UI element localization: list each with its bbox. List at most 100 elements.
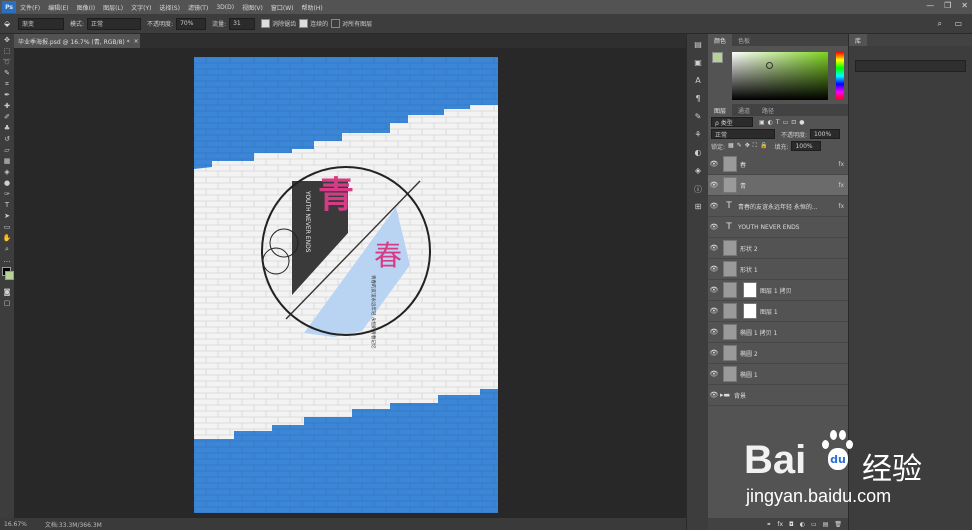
eye-icon[interactable]: 👁 [708,349,720,357]
blur-tool-icon[interactable]: ◈ [2,167,12,177]
character-panel-icon[interactable]: A [690,76,706,88]
eye-icon[interactable]: 👁 [708,370,720,378]
link-layers-icon[interactable]: ⚭ [766,521,771,528]
layer-name[interactable]: 背景 [734,391,746,400]
tab-swatches[interactable]: 色板 [732,36,756,45]
info-panel-icon[interactable]: ⓘ [690,184,706,196]
layer-name[interactable]: 椭圆 2 [740,349,758,358]
blend-mode-select[interactable]: 正常 [711,129,775,139]
layer-filter-icons[interactable]: ▣◐T▭⊡● [759,119,808,126]
contiguous-checkbox[interactable] [299,19,309,28]
layer-name[interactable]: 青 [740,181,746,190]
type-tool-icon[interactable]: T [2,200,12,210]
layer-name[interactable]: 春 [740,160,746,169]
layer-group-row[interactable]: 👁 ▸▬ 背景 [708,385,848,406]
layer-row[interactable]: 👁 形状 1 [708,259,848,280]
adjustment-layer-icon[interactable]: ◐ [800,521,805,528]
history-brush-tool-icon[interactable]: ↺ [2,134,12,144]
flow-input[interactable]: 31 [229,17,256,30]
mode-select[interactable]: 正常 [87,17,142,30]
color-picker-field[interactable] [732,52,828,100]
clone-source-icon[interactable]: ⚘ [690,130,706,142]
minimize-button[interactable]: — [926,1,934,10]
opacity-input[interactable]: 70% [176,17,207,30]
adjustments-panel-icon[interactable]: ◐ [690,148,706,160]
new-layer-icon[interactable]: ▤ [823,521,829,528]
menu-3d[interactable]: 3D(D) [216,4,234,11]
crop-tool-icon[interactable]: ⌗ [2,79,12,89]
eye-icon[interactable]: 👁 [708,160,720,168]
path-select-tool-icon[interactable]: ➤ [2,211,12,221]
eye-icon[interactable]: 👁 [708,391,720,399]
layer-name[interactable]: 形状 1 [740,265,758,274]
layer-row-selected[interactable]: 👁 青 fx [708,175,848,196]
tool-preset-select[interactable]: 渐变 [18,17,64,30]
close-tab-icon[interactable]: × [134,38,139,45]
styles-panel-icon[interactable]: ◈ [690,166,706,178]
search-icon[interactable]: ⌕ [938,19,942,29]
pen-tool-icon[interactable]: ✑ [2,189,12,199]
tab-library[interactable]: 库 [849,34,868,46]
more-tools-icon[interactable]: … [2,255,12,265]
document-tab[interactable]: 毕业季海报.psd @ 16.7% (青, RGB/8) * × [14,34,140,48]
eye-icon[interactable]: 👁 [708,307,720,315]
hue-slider[interactable] [836,52,844,100]
layer-name[interactable]: 形状 2 [740,244,758,253]
eraser-tool-icon[interactable]: ▱ [2,145,12,155]
eye-icon[interactable]: 👁 [708,223,720,231]
lock-icons[interactable]: ▦✎✥⛶🔒 [728,142,770,150]
tab-paths[interactable]: 路径 [756,106,780,115]
zoom-tool-icon[interactable]: ⌕ [2,244,12,254]
screen-mode-icon[interactable]: ▢ [2,298,12,308]
layer-opacity-input[interactable]: 100% [810,129,841,139]
menu-edit[interactable]: 编辑(E) [48,3,68,12]
layer-row[interactable]: 👁 T YOUTH NEVER ENDS [708,217,848,238]
history-panel-icon[interactable]: ▤ [690,40,706,52]
add-fx-icon[interactable]: fx [777,521,783,528]
eye-icon[interactable]: 👁 [708,265,720,273]
layer-row[interactable]: 👁 椭圆 1 拷贝 1 [708,322,848,343]
layer-name[interactable]: 青春的友谊永远年轻 永恒的... [738,202,818,211]
fg-color-chip[interactable] [712,52,723,63]
eye-icon[interactable]: 👁 [708,286,720,294]
navigator-panel-icon[interactable]: ⊞ [690,202,706,214]
menu-filter[interactable]: 滤镜(T) [188,3,208,12]
canvas-area[interactable]: 青 春 YOUTH NEVER ENDS 青春的友谊永远年轻 永恒的青春记忆 [14,48,686,518]
move-tool-icon[interactable]: ✥ [2,35,12,45]
lasso-tool-icon[interactable]: ➰ [2,57,12,67]
menu-image[interactable]: 图像(I) [77,3,95,12]
menu-file[interactable]: 文件(F) [20,3,40,12]
eye-icon[interactable]: 👁 [708,244,720,252]
marquee-tool-icon[interactable]: ⬚ [2,46,12,56]
close-window-button[interactable]: ✕ [961,1,968,10]
layer-row[interactable]: 👁 图层 1 拷贝 [708,280,848,301]
properties-panel-icon[interactable]: ▣ [690,58,706,70]
fx-icon[interactable]: fx [838,161,844,168]
eye-icon[interactable]: 👁 [708,181,720,189]
layer-row[interactable]: 👁 T 青春的友谊永远年轻 永恒的... fx [708,196,848,217]
layer-row[interactable]: 👁 形状 2 [708,238,848,259]
layer-name[interactable]: YOUTH NEVER ENDS [738,224,800,231]
quick-select-tool-icon[interactable]: ✎ [2,68,12,78]
healing-tool-icon[interactable]: ✚ [2,101,12,111]
fx-icon[interactable]: fx [838,203,844,210]
layer-name[interactable]: 椭圆 1 [740,370,758,379]
menu-help[interactable]: 帮助(H) [302,3,323,12]
menu-select[interactable]: 选择(S) [159,3,180,12]
layer-name[interactable]: 图层 1 [760,307,778,316]
layer-row[interactable]: 👁 图层 1 [708,301,848,322]
layer-filter-select[interactable]: ρ 类型 [711,117,753,127]
maximize-button[interactable]: ❐ [944,1,951,10]
tab-color[interactable]: 颜色 [708,34,733,46]
stamp-tool-icon[interactable]: ♣ [2,123,12,133]
quick-mask-icon[interactable]: ◙ [2,287,12,297]
antialias-checkbox[interactable] [261,19,271,28]
new-group-icon[interactable]: ▭ [811,521,817,528]
layer-name[interactable]: 图层 1 拷贝 [760,286,792,295]
layer-row[interactable]: 👁 春 fx [708,154,848,175]
menu-window[interactable]: 窗口(W) [271,3,294,12]
workspace-icon[interactable]: ▭ [954,19,962,28]
brush-tool-icon[interactable]: ✐ [2,112,12,122]
tab-channels[interactable]: 通道 [732,106,756,115]
zoom-readout[interactable]: 16.67% [4,521,27,528]
